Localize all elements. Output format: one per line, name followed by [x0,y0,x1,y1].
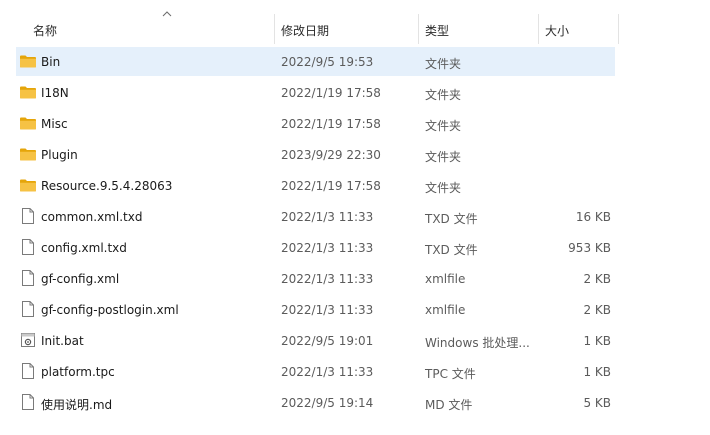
file-icon [19,269,37,287]
folder-icon [19,114,37,132]
modified-date: 2022/9/5 19:14 [281,396,374,410]
modified-date: 2022/1/19 17:58 [281,117,381,131]
file-type: xmlfile [425,272,466,286]
file-type: MD 文件 [425,398,473,412]
modified-date: 2022/1/3 11:33 [281,241,374,255]
file-icon [19,362,37,380]
file-type: TPC 文件 [425,367,476,381]
column-header-modified[interactable]: 修改日期 [275,0,418,44]
column-divider[interactable] [618,14,619,44]
file-size: 1 KB [583,334,611,348]
file-size: 1 KB [583,365,611,379]
file-name: I18N [41,86,69,100]
file-type: 文件夹 [425,150,462,164]
folder-row[interactable]: I18N 2022/1/19 17:58 文件夹 [16,78,615,107]
file-name: config.xml.txd [41,241,127,255]
modified-date: 2022/1/3 11:33 [281,272,374,286]
file-name: gf-config.xml [41,272,120,286]
folder-row[interactable]: Plugin 2023/9/29 22:30 文件夹 [16,140,615,169]
file-name: 使用说明.md [41,398,113,412]
file-size: 953 KB [568,241,611,255]
file-row[interactable]: gf-config.xml 2022/1/3 11:33 xmlfile 2 KB [16,264,615,293]
file-type: TXD 文件 [425,243,478,257]
file-row[interactable]: common.xml.txd 2022/1/3 11:33 TXD 文件 16 KB [16,202,615,231]
modified-date: 2022/1/3 11:33 [281,210,374,224]
file-type: 文件夹 [425,57,462,71]
column-header-size[interactable]: 大小 [539,0,618,44]
modified-date: 2022/1/19 17:58 [281,86,381,100]
file-size: 16 KB [575,210,611,224]
modified-date: 2022/1/19 17:58 [281,179,381,193]
folder-icon [19,176,37,194]
file-type: TXD 文件 [425,212,478,226]
sort-ascending-icon [162,11,172,17]
modified-date: 2022/9/5 19:53 [281,55,374,69]
column-header-name[interactable]: 名称 [16,0,274,44]
file-name: common.xml.txd [41,210,143,224]
file-name: gf-config-postlogin.xml [41,303,179,317]
modified-date: 2022/1/3 11:33 [281,365,374,379]
file-type: 文件夹 [425,181,462,195]
folder-icon [19,83,37,101]
file-row[interactable]: config.xml.txd 2022/1/3 11:33 TXD 文件 953 KB [16,233,615,262]
folder-row[interactable]: Bin 2022/9/5 19:53 文件夹 [16,47,615,76]
file-type: 文件夹 [425,88,462,102]
file-name: platform.tpc [41,365,115,379]
column-header-size-label: 大小 [545,24,570,38]
column-header-bar: 名称 修改日期 类型 大小 [0,0,710,44]
file-type: Windows 批处理... [425,336,530,350]
modified-date: 2022/1/3 11:33 [281,303,374,317]
file-row[interactable]: gf-config-postlogin.xml 2022/1/3 11:33 xml… [16,295,615,324]
column-header-type-label: 类型 [425,24,450,38]
file-name: Resource.9.5.4.28063 [41,179,173,193]
file-name: Misc [41,117,68,131]
modified-date: 2023/9/29 22:30 [281,148,381,162]
column-header-type[interactable]: 类型 [419,0,538,44]
file-size: 2 KB [583,303,611,317]
modified-date: 2022/9/5 19:01 [281,334,374,348]
folder-row[interactable]: Resource.9.5.4.28063 2022/1/19 17:58 文件夹 [16,171,615,200]
file-icon [19,238,37,256]
file-size: 2 KB [583,272,611,286]
batch-file-icon [19,331,37,349]
file-type: xmlfile [425,303,466,317]
column-header-name-label: 名称 [33,24,58,38]
file-icon [19,300,37,318]
file-row[interactable]: 使用说明.md 2022/9/5 19:14 MD 文件 5 KB [16,388,615,417]
folder-row[interactable]: Misc 2022/1/19 17:58 文件夹 [16,109,615,138]
file-type: 文件夹 [425,119,462,133]
file-name: Bin [41,55,61,69]
file-size: 5 KB [583,396,611,410]
file-icon [19,207,37,225]
file-icon [19,393,37,411]
folder-icon [19,145,37,163]
column-header-modified-label: 修改日期 [281,24,330,38]
file-row[interactable]: Init.bat 2022/9/5 19:01 Windows 批处理... 1 KB [16,326,615,355]
file-row[interactable]: platform.tpc 2022/1/3 11:33 TPC 文件 1 KB [16,357,615,386]
file-name: Plugin [41,148,78,162]
folder-icon [19,52,37,70]
file-name: Init.bat [41,334,84,348]
